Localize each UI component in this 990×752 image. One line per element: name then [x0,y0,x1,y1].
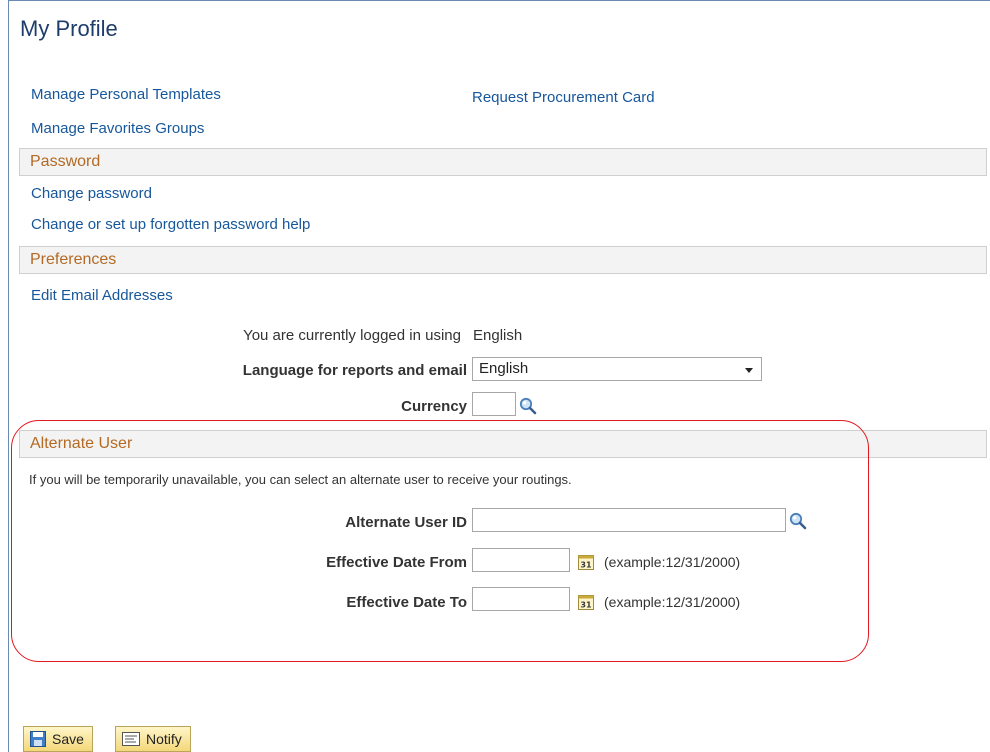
currency-input[interactable] [472,392,516,416]
language-label: Language for reports and email [242,362,467,379]
date-from-example: (example:12/31/2000) [604,554,741,570]
search-icon[interactable] [789,512,807,530]
effective-date-to-input[interactable] [472,587,570,611]
alternate-user-section-title: Alternate User [30,435,133,452]
alternate-user-id-input[interactable] [472,508,786,532]
effective-date-from-label: Effective Date From [326,554,467,571]
alternate-user-note: If you will be temporarily unavailable, … [29,472,572,487]
save-button[interactable]: Save [23,726,93,752]
password-section-title: Password [30,153,101,170]
effective-date-from-input[interactable] [472,548,570,572]
logged-in-language-value: English [473,327,523,344]
manage-favorites-groups-link[interactable]: Manage Favorites Groups [31,120,204,137]
language-select[interactable]: English [472,357,762,381]
page-title: My Profile [20,16,118,41]
date-to-example: (example:12/31/2000) [604,594,741,610]
preferences-section-header: Preferences [19,246,987,274]
alternate-user-section-header: Alternate User [19,430,987,458]
change-password-link[interactable]: Change password [31,185,152,202]
forgotten-password-help-link[interactable]: Change or set up forgotten password help [31,216,310,233]
logged-in-label: You are currently logged in using [243,327,461,344]
notify-button-label: Notify [146,731,182,747]
calendar-icon-text: 31 [580,601,592,610]
calendar-icon[interactable]: 31 [578,594,594,610]
language-select-value: English [479,360,529,377]
calendar-icon[interactable]: 31 [578,554,594,570]
preferences-section-title: Preferences [30,251,117,268]
manage-personal-templates-link[interactable]: Manage Personal Templates [31,86,221,103]
password-section-header: Password [19,148,987,176]
alternate-user-id-label: Alternate User ID [345,514,467,531]
effective-date-to-label: Effective Date To [346,594,467,611]
edit-email-addresses-link[interactable]: Edit Email Addresses [31,287,173,304]
floppy-disk-icon [30,731,46,747]
calendar-icon-text: 31 [580,561,592,570]
search-icon[interactable] [519,397,537,415]
currency-label: Currency [401,398,467,415]
request-procurement-card-link[interactable]: Request Procurement Card [472,89,655,106]
notify-icon [122,732,140,746]
save-button-label: Save [52,731,84,747]
notify-button[interactable]: Notify [115,726,191,752]
chevron-down-icon [745,368,753,373]
